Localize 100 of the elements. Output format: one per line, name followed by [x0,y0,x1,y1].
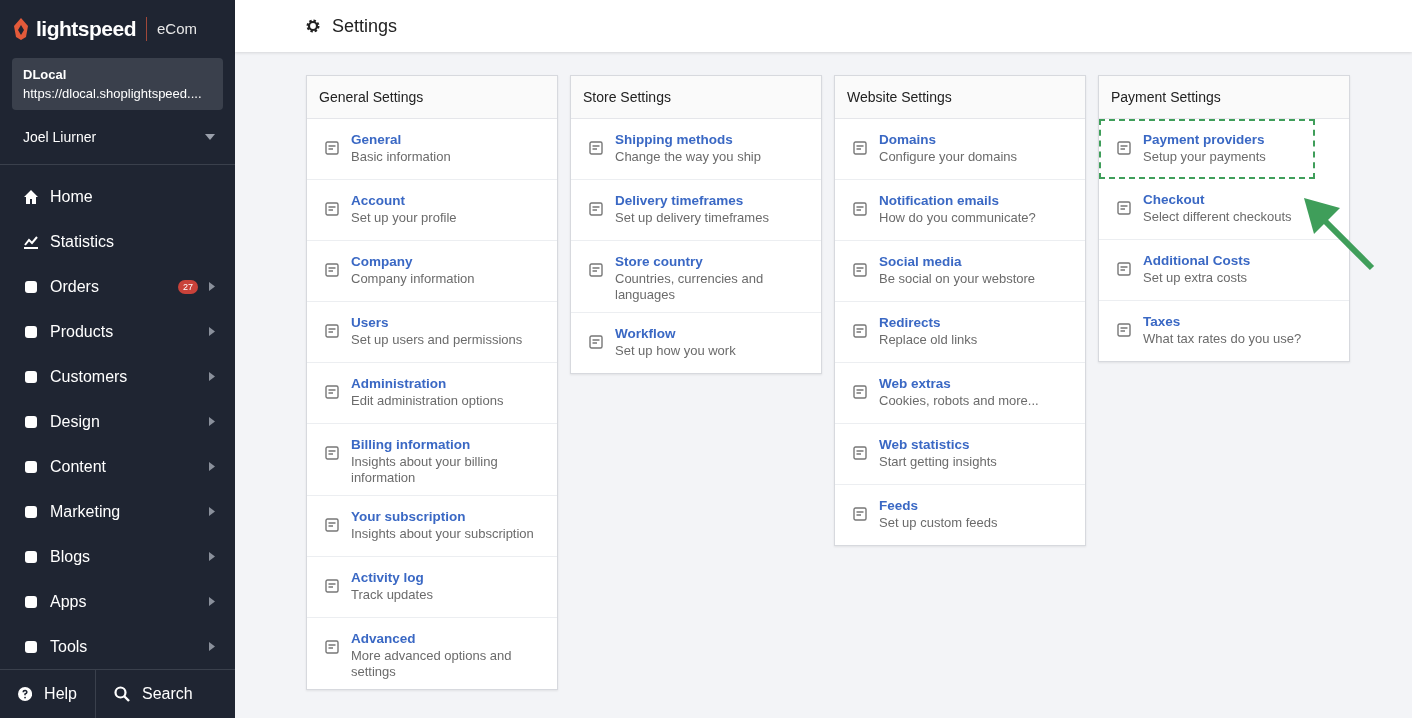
document-icon [853,324,867,338]
nav-item[interactable]: Design [0,399,235,445]
settings-item[interactable]: Taxes What tax rates do you use? [1099,301,1349,361]
chevron-icon [209,327,215,337]
item-title: Notification emails [879,193,1001,208]
settings-item[interactable]: General Basic information [307,119,557,180]
nav-icon [23,458,39,475]
nav-item[interactable]: Tools [0,624,235,670]
document-icon [853,141,867,155]
item-subtitle: What tax rates do you use? [1143,331,1302,347]
document-icon [1117,262,1131,276]
item-subtitle: How do you communicate? [879,210,1036,226]
settings-item[interactable]: Feeds Set up custom feeds [835,485,1085,545]
document-icon [325,446,339,460]
item-title: Account [351,193,406,208]
item-subtitle: Set up your profile [351,210,457,226]
settings-item[interactable]: Workflow Set up how you work [571,313,821,373]
item-title: Delivery timeframes [615,193,745,208]
settings-item[interactable]: Activity log Track updates [307,557,557,618]
item-subtitle: Cookies, robots and more... [879,393,1039,409]
settings-item[interactable]: Users Set up users and permissions [307,302,557,363]
chevron-icon [209,417,215,427]
logo-text: lightspeed [36,16,136,41]
document-icon [1117,201,1131,215]
item-title: Company [351,254,414,269]
settings-item[interactable]: Redirects Replace old links [835,302,1085,363]
item-subtitle: Edit administration options [351,393,504,409]
settings-item[interactable]: Notification emails How do you communicate? [835,180,1085,241]
document-icon [325,579,339,593]
store-card[interactable]: DLocal https://dlocal.shoplightspeed.... [12,57,223,110]
item-title: Domains [879,132,937,147]
settings-item[interactable]: Your subscription Insights about your subscription [307,496,557,557]
nav-item[interactable]: Apps [0,579,235,625]
document-icon [325,324,339,338]
settings-item[interactable]: Store country Countries, currencies and languages [571,241,821,313]
settings-item[interactable]: Shipping methods Change the way you ship [571,119,821,180]
item-title: Additional Costs [1143,253,1251,268]
nav-icon [23,323,39,340]
nav-icon [23,278,39,295]
document-icon [325,518,339,532]
settings-item[interactable]: Social media Be social on your webstore [835,241,1085,302]
item-title: Shipping methods [615,132,734,147]
item-subtitle: Set up custom feeds [879,515,998,531]
nav-item[interactable]: Home [0,174,235,220]
item-subtitle: Change the way you ship [615,149,761,165]
user-name[interactable]: Joel Liurner [23,129,97,146]
item-subtitle: Setup your payments [1143,149,1266,165]
settings-item[interactable]: Web extras Cookies, robots and more... [835,363,1085,424]
footer-button[interactable]: Search [96,670,211,718]
footer-button[interactable]: Help [0,670,96,718]
nav-item[interactable]: Blogs [0,534,235,580]
item-subtitle: Track updates [351,587,433,603]
chevron-icon [209,372,215,382]
item-title: Redirects [879,315,942,330]
item-title: General [351,132,403,147]
settings-item[interactable]: Domains Configure your domains [835,119,1085,180]
document-icon [589,141,603,155]
nav-item[interactable]: Orders 27 [0,264,235,310]
document-icon [853,202,867,216]
item-subtitle: Start getting insights [879,454,997,470]
settings-item[interactable]: Additional Costs Set up extra costs [1099,240,1349,301]
settings-item[interactable]: Advanced More advanced options and settings [307,618,557,689]
document-icon [325,385,339,399]
item-title: Web statistics [879,437,971,452]
settings-item[interactable]: Company Company information [307,241,557,302]
nav-icon [23,548,39,565]
document-icon [589,202,603,216]
item-title: Store country [615,254,704,269]
item-title: Payment providers [1143,132,1266,147]
nav-icon [23,368,39,385]
page-title: Settings [332,15,398,37]
document-icon [589,335,603,349]
nav-item[interactable]: Marketing [0,489,235,535]
settings-item[interactable]: Administration Edit administration options [307,363,557,424]
nav-item[interactable]: Content [0,444,235,490]
caret-icon[interactable] [205,134,215,141]
product-name: eCom [157,20,198,38]
settings-item[interactable]: Billing information Insights about your billing information [307,424,557,496]
search-icon [114,686,130,703]
document-icon [325,640,339,654]
item-subtitle: Set up how you work [615,343,736,359]
nav-item[interactable]: Customers [0,354,235,400]
nav-item[interactable]: Statistics [0,219,235,265]
help-icon [18,686,33,703]
item-subtitle: Set up delivery timeframes [615,210,769,226]
document-icon [325,202,339,216]
settings-item[interactable]: Account Set up your profile [307,180,557,241]
item-subtitle: Set up extra costs [1143,270,1249,286]
settings-item[interactable]: Payment providers Setup your payments [1099,119,1315,179]
chevron-icon [209,642,215,652]
nav-icon [23,638,39,655]
nav-item[interactable]: Products [0,309,235,355]
item-subtitle: Set up users and permissions [351,332,523,348]
settings-item[interactable]: Delivery timeframes Set up delivery timeframes [571,180,821,241]
item-subtitle: Basic information [351,149,451,165]
settings-item[interactable]: Web statistics Start getting insights [835,424,1085,485]
store-name: DLocal [23,66,68,82]
nav-icon [23,593,39,610]
document-icon [1117,141,1131,155]
item-title: Feeds [879,498,920,513]
